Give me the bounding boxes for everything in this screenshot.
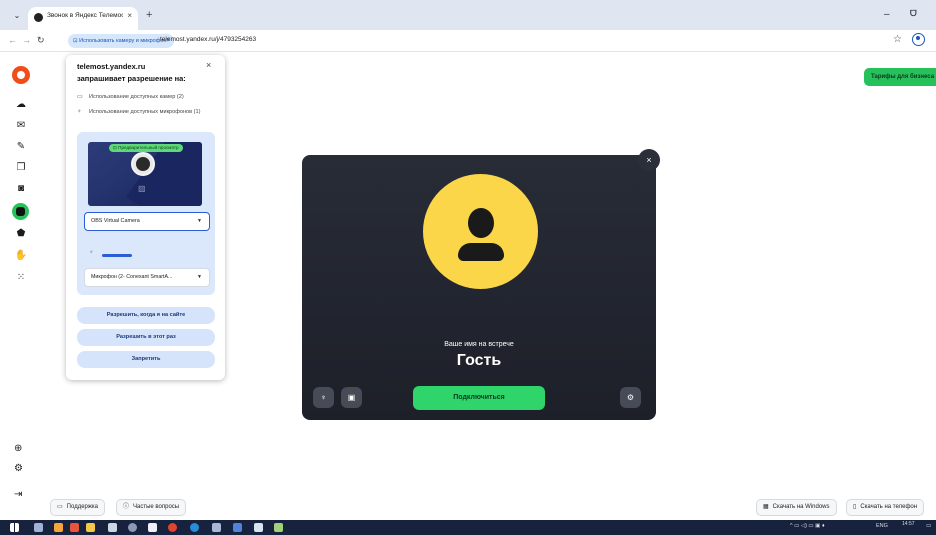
- apps-grid-icon[interactable]: ⁙: [14, 270, 28, 284]
- file-explorer-icon[interactable]: [86, 523, 95, 532]
- camera-off-icon: ▨: [138, 184, 146, 193]
- task-view-icon[interactable]: [34, 523, 43, 532]
- clock[interactable]: 14:57: [902, 521, 915, 527]
- new-tab-icon[interactable]: +: [146, 9, 152, 21]
- hand-icon[interactable]: ✋: [14, 248, 28, 262]
- settings-gear-button[interactable]: ⚙: [620, 387, 641, 408]
- taskbar-app-icon[interactable]: [148, 523, 157, 532]
- windows-taskbar: ^ ▭ ◁) ▭ ▣ ♦ ENG 14:57 ▭: [0, 520, 936, 535]
- tab-search-chevron-icon[interactable]: ⌄: [10, 9, 24, 23]
- camera-preview: ⊡ Предварительный просмотр ▨: [88, 142, 202, 206]
- forward-arrow-icon[interactable]: →: [22, 35, 31, 45]
- browser-tab-bar: ⌄ Звонок в Яндекс Телемосте × + – ᗜ: [0, 0, 936, 30]
- mail-icon[interactable]: ✉: [14, 118, 28, 132]
- tag-icon[interactable]: ⬟: [14, 226, 28, 240]
- cloud-icon[interactable]: ☁: [14, 97, 28, 111]
- mic-off-button[interactable]: ♆: [313, 387, 334, 408]
- camera-permission-label: Использование доступных камер (2): [89, 94, 184, 100]
- reload-icon[interactable]: ↻: [37, 35, 45, 46]
- telemost-icon[interactable]: [12, 203, 29, 220]
- windows-start-icon[interactable]: [10, 523, 19, 532]
- taskbar-app-icon[interactable]: [70, 523, 79, 532]
- mic-permission-row: ♆ Использование доступных микрофонов (1): [77, 108, 219, 116]
- obs-logo-icon: [131, 152, 155, 176]
- microphone-icon: ♆: [89, 250, 94, 256]
- profile-avatar-icon[interactable]: [912, 33, 925, 46]
- yandex-logo-icon[interactable]: [12, 66, 30, 84]
- window-restore-button[interactable]: ᗜ: [910, 9, 917, 19]
- taskbar-app-icon[interactable]: [254, 523, 263, 532]
- browser-tab[interactable]: Звонок в Яндекс Телемосте ×: [28, 7, 138, 30]
- popup-close-icon[interactable]: ×: [206, 60, 211, 70]
- bookmark-star-icon[interactable]: ☆: [893, 34, 902, 45]
- allow-on-site-button[interactable]: Разрешить, когда я на сайте: [77, 307, 215, 324]
- deny-button[interactable]: Запретить: [77, 351, 215, 368]
- support-button[interactable]: ▭ Поддержка: [50, 499, 105, 516]
- faq-button[interactable]: ⓘ Частые вопросы: [116, 499, 187, 516]
- permission-popup: telemost.yandex.ru запрашивает разрешени…: [66, 55, 225, 380]
- guest-avatar: [423, 174, 538, 289]
- settings-gear-icon[interactable]: ⚙: [14, 463, 23, 474]
- mic-level-meter: [102, 254, 202, 257]
- taskbar-app-icon[interactable]: [168, 523, 177, 532]
- microphone-select[interactable]: Микрофон (2- Conexant SmartA... ▼: [84, 268, 210, 287]
- address-bar: ← → ↻ ⊡ Использовать камеру и микрофон? …: [0, 30, 936, 52]
- meeting-join-card: Ваше имя на встрече Гость ♆ ▣ Подключить…: [302, 155, 656, 420]
- name-caption: Ваше имя на встрече: [444, 341, 514, 348]
- taskbar-app-icon[interactable]: [128, 523, 137, 532]
- chevron-down-icon: ▼: [197, 274, 202, 280]
- phone-icon: ▯: [853, 504, 857, 510]
- taskbar-app-icon[interactable]: [190, 523, 199, 532]
- mic-level-row: ♆: [89, 250, 203, 259]
- windows-icon: ▦: [763, 504, 769, 510]
- popup-site: telemost.yandex.ru: [77, 62, 146, 71]
- guest-name[interactable]: Гость: [302, 352, 656, 370]
- language-indicator[interactable]: ENG: [876, 523, 888, 529]
- chevron-down-icon: ▼: [197, 218, 202, 224]
- download-phone-button[interactable]: ▯ Скачать на телефон: [846, 499, 925, 516]
- preview-badge: ⊡ Предварительный просмотр: [109, 144, 183, 152]
- taskbar-app-icon[interactable]: [233, 523, 242, 532]
- window-minimize-button[interactable]: –: [884, 9, 890, 20]
- back-arrow-icon[interactable]: ←: [8, 35, 17, 45]
- copy-icon[interactable]: ❐: [14, 160, 28, 174]
- camera-off-button[interactable]: ▣: [341, 387, 362, 408]
- accessibility-icon[interactable]: ⊕: [14, 443, 22, 454]
- taskbar-app-icon[interactable]: [212, 523, 221, 532]
- notifications-icon[interactable]: ▭: [926, 523, 931, 529]
- camera-permission-chip[interactable]: ⊡ Использовать камеру и микрофон?: [68, 34, 175, 48]
- business-plans-button[interactable]: Тарифы для бизнеса: [864, 68, 936, 86]
- pen-icon[interactable]: ✎: [14, 139, 28, 153]
- telemost-favicon-icon: [34, 13, 43, 22]
- system-tray-icons[interactable]: ^ ▭ ◁) ▭ ▣ ♦: [790, 523, 825, 529]
- camera-icon: ▭: [77, 94, 83, 100]
- tab-close-icon[interactable]: ×: [127, 11, 132, 20]
- camera-select[interactable]: OBS Virtual Camera ▼: [84, 212, 210, 231]
- mic-level-fill: [102, 254, 132, 257]
- taskbar-app-icon[interactable]: [108, 523, 117, 532]
- taskbar-app-icon[interactable]: [54, 523, 63, 532]
- microphone-icon: ♆: [77, 109, 82, 115]
- tab-title: Звонок в Яндекс Телемосте: [47, 12, 123, 19]
- taskbar-app-icon[interactable]: [274, 523, 283, 532]
- chat-icon: ▭: [57, 504, 63, 510]
- download-windows-button[interactable]: ▦ Скачать на Windows: [756, 499, 837, 516]
- allow-once-button[interactable]: Разрешить в этот раз: [77, 329, 215, 346]
- join-button[interactable]: Подключиться: [413, 386, 545, 410]
- mic-permission-label: Использование доступных микрофонов (1): [89, 109, 201, 115]
- disk-icon[interactable]: ◙: [14, 181, 28, 195]
- camera-permission-row: ▭ Использование доступных камер (2): [77, 93, 219, 101]
- popup-subtitle: запрашивает разрешение на:: [77, 74, 186, 83]
- help-icon: ⓘ: [123, 504, 130, 510]
- logout-icon[interactable]: ⇥: [14, 489, 22, 500]
- meeting-close-icon[interactable]: ×: [638, 149, 660, 171]
- url-input[interactable]: telemost.yandex.ru/j/4793254263: [160, 36, 256, 43]
